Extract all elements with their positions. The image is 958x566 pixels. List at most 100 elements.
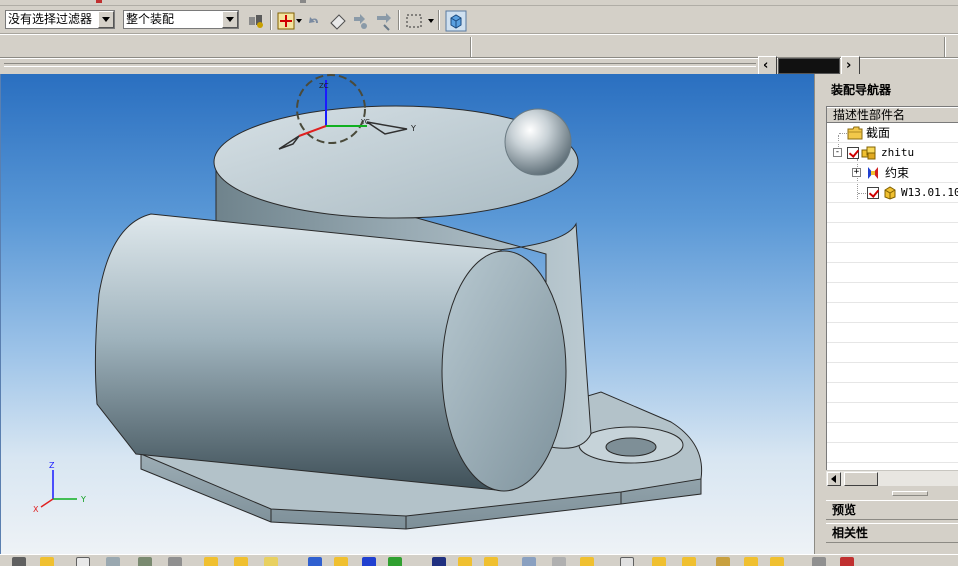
tree-line xyxy=(858,193,866,194)
snap-point-icon[interactable] xyxy=(276,11,296,31)
selection-scope-combo[interactable]: 整个装配 xyxy=(123,10,239,29)
clone-icon[interactable] xyxy=(682,557,696,566)
visibility-checkbox[interactable] xyxy=(847,147,859,159)
assembly-navigator-panel: 装配导航器 描述性部件名 截面 - zhitu + 约束 W13.01.1 预览… xyxy=(814,74,958,554)
tree-row-component[interactable]: W13.01.106 xyxy=(827,183,958,203)
navigator-horizontal-scrollbar[interactable] xyxy=(826,470,958,486)
panel-splitter[interactable] xyxy=(826,489,958,497)
sequence-icon[interactable] xyxy=(484,557,498,566)
tree-row-empty xyxy=(827,263,958,283)
cylinder-icon[interactable] xyxy=(168,557,182,566)
toolbar-separator xyxy=(470,37,472,57)
triad-label-x: X xyxy=(33,505,39,514)
component-icon[interactable] xyxy=(106,557,120,566)
tree-row-label: 截面 xyxy=(866,126,891,140)
envelope-icon[interactable] xyxy=(770,557,784,566)
chevron-right-icon: › xyxy=(846,58,852,73)
section-icon[interactable] xyxy=(552,557,566,566)
tree-row-empty xyxy=(827,443,958,463)
tree-row-empty xyxy=(827,403,958,423)
assembly-icon xyxy=(861,146,876,160)
replace-icon[interactable] xyxy=(334,557,348,566)
view-icon[interactable] xyxy=(522,557,536,566)
constraint-icon xyxy=(868,167,878,179)
visibility-checkbox[interactable] xyxy=(867,187,879,199)
scroll-thumb[interactable] xyxy=(778,58,840,74)
chevron-down-icon[interactable] xyxy=(428,19,434,23)
scroll-left-button[interactable] xyxy=(827,472,841,486)
scroll-thumb[interactable] xyxy=(844,472,878,486)
splitter-grip[interactable] xyxy=(892,491,928,496)
tree-row-constraints[interactable]: + 约束 xyxy=(827,163,958,183)
menu-marker xyxy=(96,0,102,3)
chevron-down-icon[interactable] xyxy=(222,11,238,28)
type-filter-combo[interactable]: 没有选择过滤器 xyxy=(5,10,115,29)
triad-label-z: Z xyxy=(49,461,55,470)
filter-settings-icon[interactable] xyxy=(246,11,266,31)
undo-icon[interactable] xyxy=(304,11,324,31)
tree-row-empty xyxy=(827,283,958,303)
empty-toolbar-row xyxy=(0,34,958,58)
constraint-icon[interactable] xyxy=(362,557,376,566)
new-component-icon[interactable] xyxy=(234,557,248,566)
scroll-right-button[interactable]: › xyxy=(841,56,860,75)
product-outline-icon[interactable] xyxy=(744,557,758,566)
eraser-icon[interactable] xyxy=(328,11,348,31)
gear-icon[interactable] xyxy=(12,557,26,566)
hand-icon[interactable] xyxy=(840,557,854,566)
section-label: 预览 xyxy=(832,503,857,517)
move-icon[interactable] xyxy=(350,11,370,31)
add-component-icon[interactable] xyxy=(204,557,218,566)
wcs-label-yc: YC xyxy=(360,118,370,126)
tree-row-empty xyxy=(827,323,958,343)
repositioning-icon[interactable] xyxy=(374,11,394,31)
toolbar-separator xyxy=(944,37,946,57)
menu-marker xyxy=(300,0,306,3)
part-icon[interactable] xyxy=(40,557,54,566)
horizontal-cylinder[interactable] xyxy=(94,213,567,492)
document-icon[interactable] xyxy=(620,557,634,566)
bottom-toolbar xyxy=(0,554,958,566)
tree-row-empty xyxy=(827,243,958,263)
expand-icon[interactable]: + xyxy=(852,168,861,177)
dependencies-section-header[interactable]: 相关性 xyxy=(826,523,958,543)
tree-row-empty xyxy=(827,303,958,323)
model-canvas[interactable]: Y YC ZC Z Y X xyxy=(1,74,814,554)
chevron-down-icon[interactable] xyxy=(98,11,114,28)
tree-row-section[interactable]: 截面 xyxy=(827,123,958,143)
rectangle-select-icon[interactable] xyxy=(404,11,424,31)
toolbar-separator xyxy=(270,10,272,30)
toolbar-separator xyxy=(438,10,440,30)
navigator-tree[interactable]: 描述性部件名 截面 - zhitu + 约束 W13.01.1 xyxy=(826,106,958,486)
tag-icon[interactable] xyxy=(812,557,826,566)
reference-set-icon[interactable] xyxy=(652,557,666,566)
tree-row-assembly[interactable]: - zhitu xyxy=(827,143,958,163)
type-filter-value: 没有选择过滤器 xyxy=(8,12,93,26)
wave-link-icon[interactable] xyxy=(580,557,594,566)
tool-icon[interactable] xyxy=(138,557,152,566)
collapse-icon[interactable]: - xyxy=(833,148,842,157)
save-icon[interactable] xyxy=(432,557,446,566)
tree-row-empty xyxy=(827,363,958,383)
triad-label-y: Y xyxy=(80,495,86,504)
column-header-part-name[interactable]: 描述性部件名 xyxy=(827,107,958,123)
view-cube-icon[interactable] xyxy=(445,10,467,32)
graphics-viewport[interactable]: Y YC ZC Z Y X xyxy=(0,74,814,554)
part-icon xyxy=(884,186,896,200)
tree-row-empty xyxy=(827,383,958,403)
chevron-down-icon[interactable] xyxy=(296,19,302,23)
tree-row-empty xyxy=(827,423,958,443)
create-array-icon[interactable] xyxy=(264,557,278,566)
window-icon[interactable] xyxy=(76,557,90,566)
explode-icon[interactable] xyxy=(458,557,472,566)
link-icon[interactable] xyxy=(716,557,730,566)
datum-sphere[interactable] xyxy=(504,108,572,176)
selection-scope-value: 整个装配 xyxy=(126,12,175,26)
section-label: 相关性 xyxy=(832,526,869,540)
navigator-title: 装配导航器 xyxy=(831,83,892,97)
tree-row-label: 约束 xyxy=(885,166,910,180)
play-icon[interactable] xyxy=(388,557,402,566)
scroll-left-button[interactable]: ‹ xyxy=(758,56,777,75)
mirror-icon[interactable] xyxy=(308,557,322,566)
preview-section-header[interactable]: 预览 xyxy=(826,500,958,520)
